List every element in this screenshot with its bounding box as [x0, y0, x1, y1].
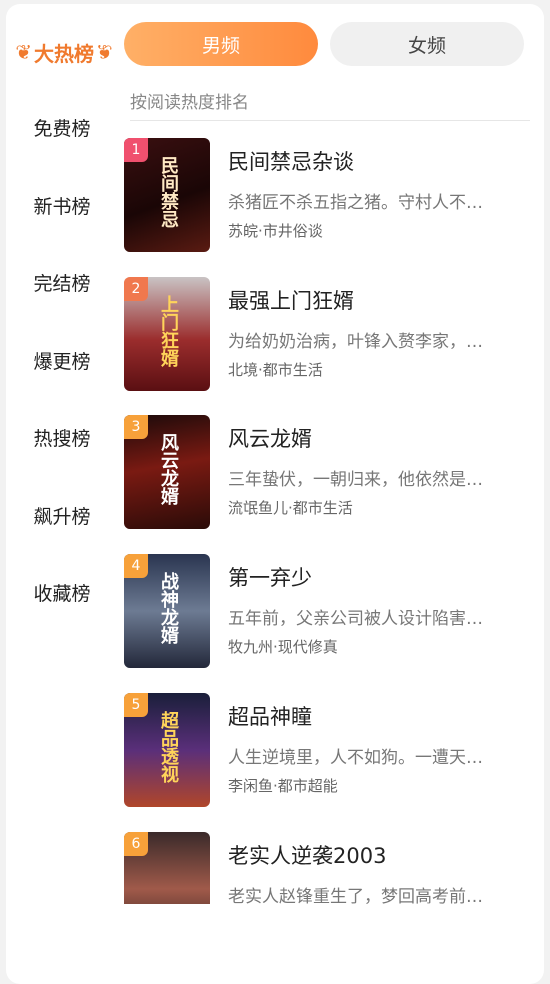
- list-item[interactable]: 民间禁忌 1 民间禁忌杂谈 杀猪匠不杀五指之猪。守村人不… 苏皖·市井俗谈: [124, 138, 534, 256]
- book-description: 老实人赵锋重生了，梦回高考前…: [228, 887, 483, 904]
- ranking-subheading: 按阅读热度排名: [130, 93, 249, 113]
- book-category: 市井俗谈: [262, 222, 323, 240]
- laurel-right-icon: ❦: [96, 40, 113, 64]
- list-item[interactable]: 风云龙婿 3 风云龙婿 三年蛰伏，一朝归来，他依然是… 流氓鱼儿·都市生活: [124, 415, 534, 533]
- book-cover-title: 民间禁忌: [158, 156, 179, 228]
- book-title[interactable]: 超品神瞳: [228, 701, 312, 731]
- sidebar-item-hot-search[interactable]: 热搜榜: [6, 424, 118, 451]
- book-cover[interactable]: 6: [124, 832, 210, 904]
- sidebar-item-free[interactable]: 免费榜: [6, 114, 118, 141]
- list-item[interactable]: 6 老实人逆袭2003 老实人赵锋重生了，梦回高考前…: [124, 832, 534, 904]
- book-cover[interactable]: 超品透视 5: [124, 693, 210, 807]
- book-author: 流氓鱼儿: [228, 499, 289, 517]
- book-category: 都市生活: [262, 361, 323, 379]
- book-cover-title: 超品透视: [158, 711, 179, 783]
- book-description: 三年蛰伏，一朝归来，他依然是…: [228, 470, 483, 490]
- book-author: 苏皖: [228, 222, 259, 240]
- book-cover[interactable]: 风云龙婿 3: [124, 415, 210, 529]
- list-item[interactable]: 上门狂婿 2 最强上门狂婿 为给奶奶治病，叶锋入赘李家，… 北境·都市生活: [124, 277, 534, 395]
- book-description: 人生逆境里，人不如狗。一遭天…: [228, 748, 483, 768]
- book-title[interactable]: 第一弃少: [228, 562, 312, 592]
- book-meta: 流氓鱼儿·都市生活: [228, 497, 353, 518]
- sidebar-item-rising[interactable]: 飙升榜: [6, 502, 118, 529]
- book-title[interactable]: 最强上门狂婿: [228, 285, 354, 315]
- rank-badge: 2: [124, 277, 148, 301]
- book-meta: 苏皖·市井俗谈: [228, 220, 323, 241]
- book-description: 为给奶奶治病，叶锋入赘李家，…: [228, 332, 483, 352]
- book-category: 都市超能: [277, 777, 338, 795]
- book-meta: 李闲鱼·都市超能: [228, 775, 338, 796]
- rank-badge: 1: [124, 138, 148, 162]
- rank-badge: 4: [124, 554, 148, 578]
- list-item[interactable]: 超品透视 5 超品神瞳 人生逆境里，人不如狗。一遭天… 李闲鱼·都市超能: [124, 693, 534, 811]
- divider: [130, 120, 530, 121]
- ranking-sidebar: ❦ 大热榜 ❦ 免费榜 新书榜 完结榜 爆更榜 热搜榜 飙升榜 收藏榜: [6, 4, 126, 984]
- book-category: 现代修真: [277, 638, 338, 656]
- book-meta: 牧九州·现代修真: [228, 636, 338, 657]
- book-category: 都市生活: [292, 499, 353, 517]
- sidebar-item-frequent-update[interactable]: 爆更榜: [6, 347, 118, 374]
- tab-female[interactable]: 女频: [330, 22, 524, 66]
- book-author: 牧九州: [228, 638, 274, 656]
- rank-badge: 5: [124, 693, 148, 717]
- book-description: 五年前，父亲公司被人设计陷害…: [228, 609, 483, 629]
- book-title[interactable]: 老实人逆袭2003: [228, 840, 386, 870]
- book-cover-title: 战神龙婿: [158, 572, 179, 644]
- book-description: 杀猪匠不杀五指之猪。守村人不…: [228, 193, 483, 213]
- list-item[interactable]: 战神龙婿 4 第一弃少 五年前，父亲公司被人设计陷害… 牧九州·现代修真: [124, 554, 534, 672]
- tab-male[interactable]: 男频: [124, 22, 318, 66]
- gender-tabs: 男频 女频: [124, 22, 526, 66]
- book-meta: 北境·都市生活: [228, 359, 323, 380]
- book-title[interactable]: 民间禁忌杂谈: [228, 146, 354, 176]
- laurel-left-icon: ❦: [15, 40, 32, 64]
- book-cover[interactable]: 民间禁忌 1: [124, 138, 210, 252]
- book-author: 北境: [228, 361, 259, 379]
- sidebar-item-completed[interactable]: 完结榜: [6, 269, 118, 296]
- book-title[interactable]: 风云龙婿: [228, 423, 312, 453]
- rank-badge: 3: [124, 415, 148, 439]
- book-cover[interactable]: 战神龙婿 4: [124, 554, 210, 668]
- sidebar-title-hot[interactable]: ❦ 大热榜 ❦: [14, 32, 114, 72]
- book-cover[interactable]: 上门狂婿 2: [124, 277, 210, 391]
- ranking-card: ❦ 大热榜 ❦ 免费榜 新书榜 完结榜 爆更榜 热搜榜 飙升榜 收藏榜 男频 女…: [6, 4, 544, 984]
- sidebar-item-new[interactable]: 新书榜: [6, 192, 118, 219]
- rank-badge: 6: [124, 832, 148, 856]
- book-author: 李闲鱼: [228, 777, 274, 795]
- book-cover-title: 风云龙婿: [158, 433, 179, 505]
- sidebar-item-favorites[interactable]: 收藏榜: [6, 579, 118, 606]
- book-cover-title: 上门狂婿: [158, 295, 179, 367]
- sidebar-title-label: 大热榜: [34, 41, 94, 66]
